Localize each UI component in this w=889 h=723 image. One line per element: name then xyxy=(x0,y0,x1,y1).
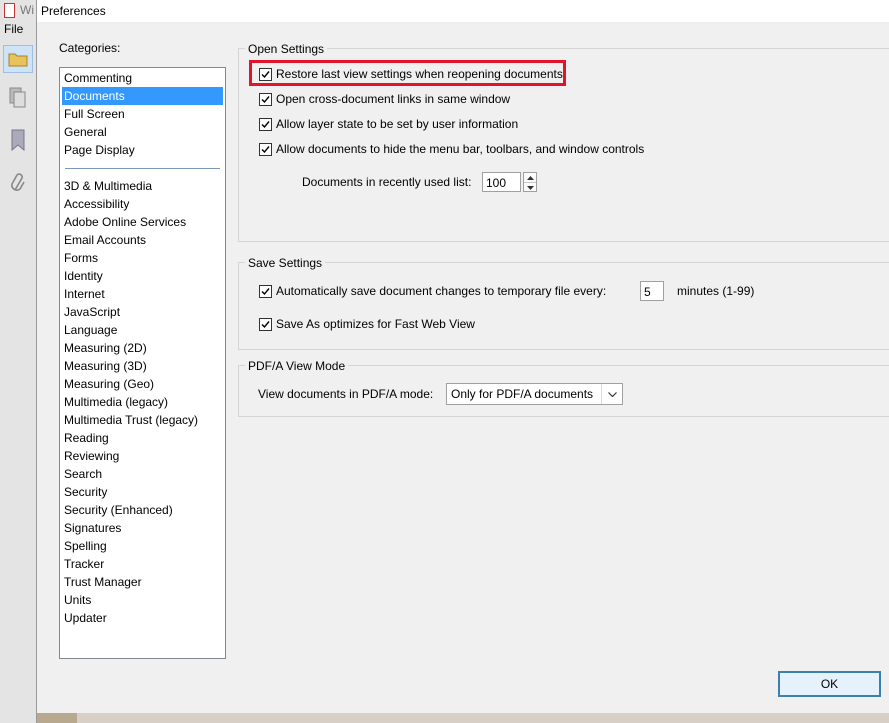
hide-menu-option[interactable]: Allow documents to hide the menu bar, to… xyxy=(259,140,644,158)
autosave-checkbox[interactable] xyxy=(259,284,272,298)
file-menu[interactable]: File xyxy=(4,22,23,36)
pdfa-mode-select[interactable]: Only for PDF/A documents xyxy=(446,383,623,405)
category-item[interactable]: Identity xyxy=(63,267,224,285)
background-app-tab[interactable]: Wi xyxy=(0,0,37,20)
pdfa-mode-label: View documents in PDF/A mode: xyxy=(258,387,434,401)
restore-view-option[interactable]: Restore last view settings when reopenin… xyxy=(259,65,563,83)
category-item[interactable]: Multimedia Trust (legacy) xyxy=(63,411,224,429)
category-item[interactable]: Forms xyxy=(63,249,224,267)
category-item[interactable]: Email Accounts xyxy=(63,231,224,249)
recent-list-label: Documents in recently used list: xyxy=(302,175,472,189)
dialog-title: Preferences xyxy=(41,4,106,18)
cross-doc-links-label: Open cross-document links in same window xyxy=(276,92,511,106)
attachment-icon[interactable] xyxy=(6,170,30,194)
category-item[interactable]: JavaScript xyxy=(63,303,224,321)
fast-web-view-label: Save As optimizes for Fast Web View xyxy=(276,317,475,331)
recent-list-spinner[interactable] xyxy=(523,172,537,192)
pdfa-mode-value: Only for PDF/A documents xyxy=(451,387,594,401)
preferences-dialog: Preferences Categories: Commenting Docume… xyxy=(36,0,889,723)
dialog-titlebar[interactable]: Preferences xyxy=(37,0,889,22)
category-item[interactable]: Updater xyxy=(63,609,224,627)
category-item[interactable]: Language xyxy=(63,321,224,339)
fast-web-view-checkbox[interactable] xyxy=(259,317,272,331)
category-item[interactable]: Commenting xyxy=(63,69,224,87)
autosave-label: Automatically save document changes to t… xyxy=(276,284,607,298)
restore-view-checkbox[interactable] xyxy=(259,67,272,81)
category-item[interactable]: Reading xyxy=(63,429,224,447)
category-item[interactable]: Measuring (2D) xyxy=(63,339,224,357)
spin-up-icon[interactable] xyxy=(524,173,536,182)
category-item[interactable]: 3D & Multimedia xyxy=(63,177,224,195)
category-item[interactable]: Reviewing xyxy=(63,447,224,465)
category-item[interactable]: Multimedia (legacy) xyxy=(63,393,224,411)
pdfa-title: PDF/A View Mode xyxy=(245,358,349,374)
category-item[interactable]: Tracker xyxy=(63,555,224,573)
layer-state-label: Allow layer state to be set by user info… xyxy=(276,117,519,131)
category-item[interactable]: Signatures xyxy=(63,519,224,537)
background-app-edge xyxy=(37,713,889,723)
save-settings-group: Save Settings xyxy=(238,255,889,350)
category-item[interactable]: Measuring (Geo) xyxy=(63,375,224,393)
spin-down-icon[interactable] xyxy=(524,182,536,192)
background-app-toolbar: Wi File xyxy=(0,0,38,723)
pages-icon[interactable] xyxy=(6,86,30,110)
category-item[interactable]: Adobe Online Services xyxy=(63,213,224,231)
category-item[interactable]: Spelling xyxy=(63,537,224,555)
category-item[interactable]: Units xyxy=(63,591,224,609)
category-item[interactable]: Security xyxy=(63,483,224,501)
pdf-icon xyxy=(4,3,15,18)
minutes-range-label: minutes (1-99) xyxy=(677,284,755,298)
category-item[interactable]: General xyxy=(63,123,224,141)
categories-label: Categories: xyxy=(59,41,121,55)
autosave-option[interactable]: Automatically save document changes to t… xyxy=(259,282,606,300)
restore-view-label: Restore last view settings when reopenin… xyxy=(276,67,563,81)
cross-doc-links-checkbox[interactable] xyxy=(259,92,272,106)
ok-button[interactable]: OK xyxy=(778,671,881,697)
categories-separator xyxy=(65,168,220,169)
hide-menu-checkbox[interactable] xyxy=(259,142,272,156)
category-item[interactable]: Trust Manager xyxy=(63,573,224,591)
category-item[interactable]: Page Display xyxy=(63,141,224,159)
category-item[interactable]: Accessibility xyxy=(63,195,224,213)
background-app-tab-label: Wi xyxy=(20,3,34,17)
cross-doc-links-option[interactable]: Open cross-document links in same window xyxy=(259,90,510,108)
categories-list[interactable]: Commenting Documents Full Screen General Pag… xyxy=(59,67,226,659)
bookmark-icon[interactable] xyxy=(6,128,30,152)
category-item[interactable]: Measuring (3D) xyxy=(63,357,224,375)
category-item[interactable]: Security (Enhanced) xyxy=(63,501,224,519)
open-folder-icon[interactable] xyxy=(3,45,33,73)
recent-list-input[interactable]: 100 xyxy=(482,172,521,192)
category-item[interactable]: Full Screen xyxy=(63,105,224,123)
category-item[interactable]: Search xyxy=(63,465,224,483)
category-item[interactable]: Documents xyxy=(62,87,223,105)
autosave-minutes-input[interactable]: 5 xyxy=(640,281,664,301)
fast-web-view-option[interactable]: Save As optimizes for Fast Web View xyxy=(259,315,475,333)
hide-menu-label: Allow documents to hide the menu bar, to… xyxy=(276,142,645,156)
chevron-down-icon[interactable] xyxy=(601,384,622,404)
layer-state-option[interactable]: Allow layer state to be set by user info… xyxy=(259,115,518,133)
open-settings-title: Open Settings xyxy=(245,41,328,57)
layer-state-checkbox[interactable] xyxy=(259,117,272,131)
save-settings-title: Save Settings xyxy=(245,255,326,271)
category-item[interactable]: Internet xyxy=(63,285,224,303)
